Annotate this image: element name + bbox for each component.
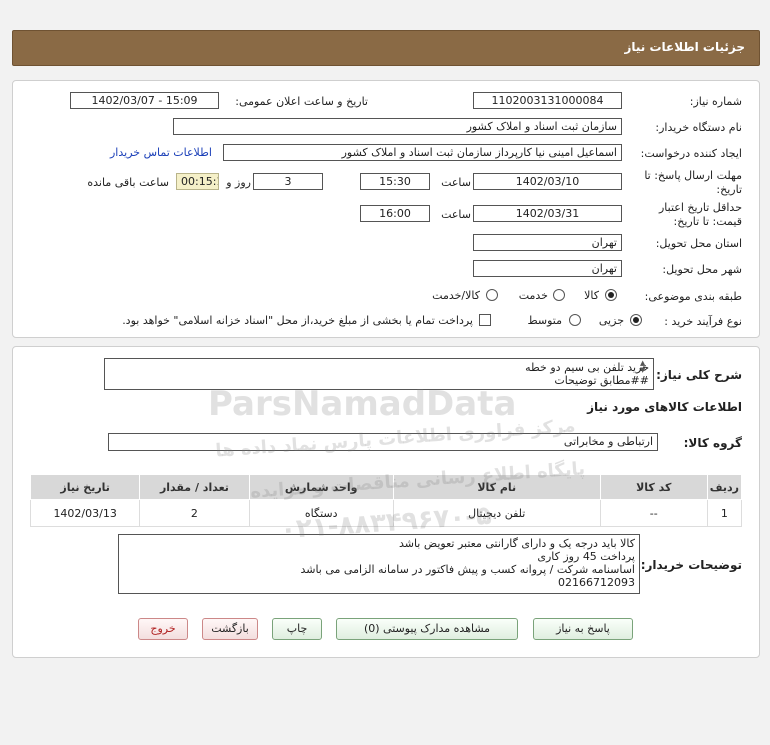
cell-qty: 2	[139, 499, 250, 527]
cell-date: 1402/03/13	[29, 499, 141, 527]
validity-label: حداقل تاریخ اعتبار	[658, 201, 742, 214]
goods-table-header: ردیف کد کالا نام کالا واحد شمارش تعداد /…	[29, 474, 743, 500]
process-option-medium: متوسط	[527, 314, 562, 327]
goods-table: ردیف کد کالا نام کالا واحد شمارش تعداد /…	[29, 474, 743, 527]
days-label: روز و	[226, 176, 251, 189]
days-field: 3	[253, 173, 323, 190]
col-name: نام کالا	[392, 474, 601, 500]
summary-line-2: ##مطابق توضیحات	[554, 374, 649, 387]
summary-label: شرح کلی نیاز:	[656, 368, 742, 382]
goods-section-title: اطلاعات کالاهای مورد نیاز	[587, 400, 742, 414]
buyer-org-field: سازمان ثبت اسناد و املاک کشور	[173, 118, 622, 135]
cell-code: --	[599, 499, 708, 527]
cell-name: تلفن دیجیتال	[392, 499, 601, 527]
deadline-label: مهلت ارسال پاسخ: تا	[644, 169, 742, 182]
process-radio-medium[interactable]	[569, 314, 581, 326]
goods-group-field: ارتباطی و مخابراتی	[108, 433, 658, 451]
attachments-button[interactable]: مشاهده مدارک پیوستی (0)	[336, 618, 518, 640]
province-field: تهران	[473, 234, 622, 251]
deadline-label-2: تاریخ:	[716, 183, 742, 196]
cell-row: 1	[706, 499, 743, 527]
print-button[interactable]: چاپ	[272, 618, 322, 640]
category-radio-service[interactable]	[553, 289, 565, 301]
creator-label: ایجاد کننده درخواست:	[640, 147, 742, 160]
category-option-goods: کالا	[584, 289, 599, 302]
process-radio-minor[interactable]	[630, 314, 642, 326]
validity-date-field: 1402/03/31	[473, 205, 622, 222]
summary-line-1: خرید تلفن بی سیم دو خطه	[525, 361, 649, 374]
buyer-notes-line-3: اساسنامه شرکت / پروانه کسب و پیش فاکتور …	[300, 563, 635, 576]
buyer-org-label: نام دستگاه خریدار:	[655, 121, 742, 134]
category-option-goods-service: کالا/خدمت	[432, 289, 480, 302]
goods-group-label: گروه کالا:	[683, 436, 742, 450]
creator-field: اسماعیل امینی نیا کارپرداز سازمان ثبت اس…	[223, 144, 622, 161]
summary-box: خرید تلفن بی سیم دو خطه ##مطابق توضیحات	[104, 358, 654, 390]
buyer-notes-box: کالا باید درجه یک و دارای گارانتی معتبر …	[118, 534, 640, 594]
col-row: ردیف	[706, 474, 743, 500]
page-title: جزئیات اطلاعات نیاز	[624, 40, 745, 54]
validity-time-label: ساعت	[441, 208, 471, 221]
exit-button[interactable]: خروج	[138, 618, 188, 640]
col-date: تاریخ نیاز	[29, 474, 141, 500]
cell-unit: دستگاه	[248, 499, 394, 527]
col-unit: واحد شمارش	[248, 474, 394, 500]
validity-label-2: قیمت: تا تاریخ:	[673, 215, 742, 228]
buyer-notes-line-1: کالا باید درجه یک و دارای گارانتی معتبر …	[398, 537, 635, 550]
reply-button[interactable]: پاسخ به نیاز	[533, 618, 633, 640]
col-code: کد کالا	[599, 474, 708, 500]
deadline-time-field: 15:30	[360, 173, 430, 190]
buyer-contact-link[interactable]: اطلاعات تماس خریدار	[110, 146, 212, 159]
need-number-field: 1102003131000084	[473, 92, 622, 109]
need-number-label: شماره نیاز:	[689, 95, 742, 108]
province-label: استان محل تحویل:	[655, 237, 742, 250]
category-option-service: خدمت	[518, 289, 548, 302]
remaining-label: ساعت باقی مانده	[87, 176, 169, 189]
table-row: 1 -- تلفن دیجیتال دستگاه 2 1402/03/13	[29, 499, 743, 527]
remaining-time-field: 00:15:18	[176, 173, 219, 190]
category-radio-goods[interactable]	[605, 289, 617, 301]
city-field: تهران	[473, 260, 622, 277]
buyer-notes-line-2: پرداخت 45 روز کاری	[537, 550, 635, 563]
treasury-checkbox[interactable]	[479, 314, 491, 326]
payment-note: پرداخت تمام یا بخشی از مبلغ خرید،از محل …	[122, 314, 473, 327]
validity-time-field: 16:00	[360, 205, 430, 222]
category-label: طبقه بندی موضوعی:	[644, 290, 742, 303]
buyer-notes-line-4: 02166712093	[558, 576, 635, 589]
announce-label: تاریخ و ساعت اعلان عمومی:	[235, 95, 368, 108]
announce-field: 1402/03/07 - 15:09	[70, 92, 219, 109]
category-radio-goods-service[interactable]	[486, 289, 498, 301]
deadline-time-label: ساعت	[441, 176, 471, 189]
process-option-minor: جزیی	[598, 314, 624, 327]
back-button[interactable]: بازگشت	[202, 618, 258, 640]
deadline-date-field: 1402/03/10	[473, 173, 622, 190]
city-label: شهر محل تحویل:	[662, 263, 742, 276]
scroll-arrows-icon[interactable]: ▲ ▼	[640, 360, 645, 374]
col-qty: تعداد / مقدار	[139, 474, 250, 500]
process-label: نوع فرآیند خرید :	[664, 315, 742, 328]
buyer-notes-label: توضیحات خریدار:	[640, 558, 742, 572]
page-header: جزئیات اطلاعات نیاز	[12, 30, 760, 66]
